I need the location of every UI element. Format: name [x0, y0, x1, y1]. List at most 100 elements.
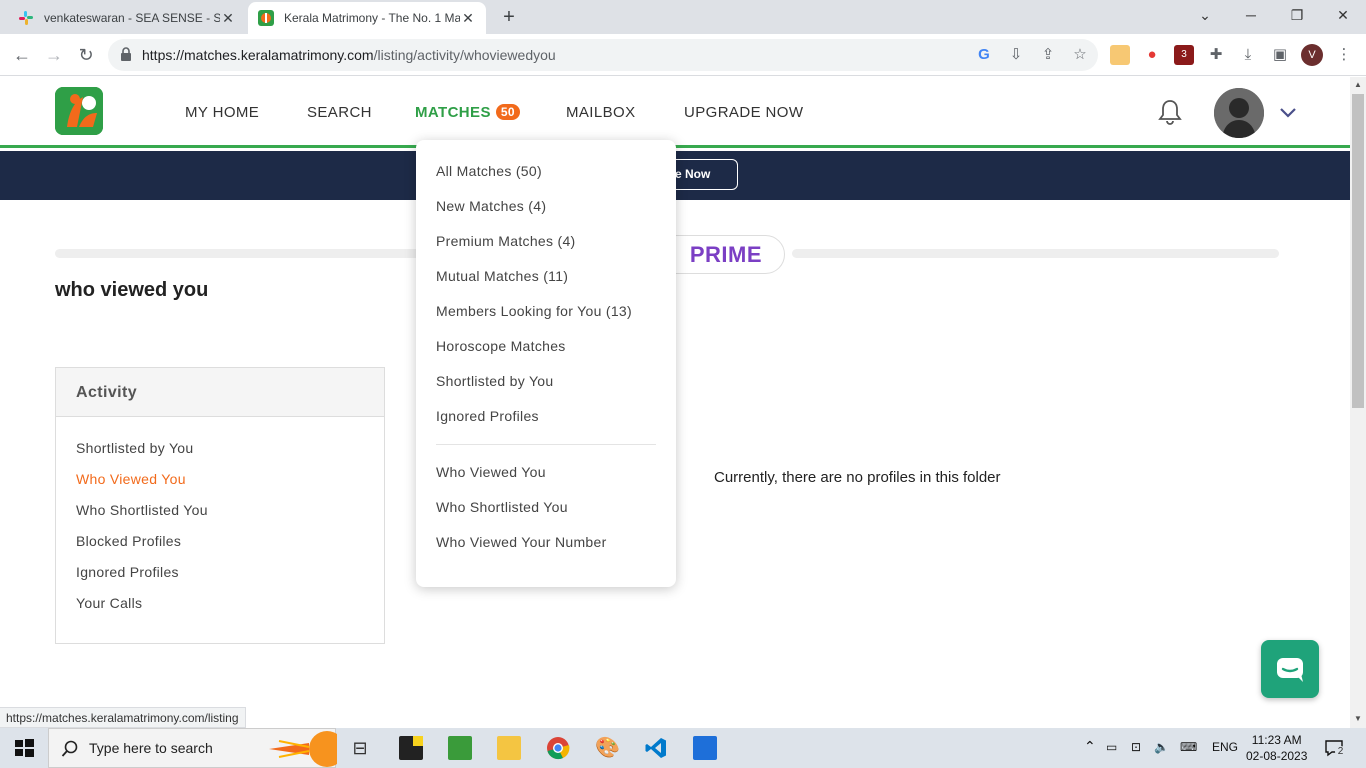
chrome-app-icon[interactable]	[546, 736, 570, 760]
battery-icon[interactable]: ▭	[1106, 740, 1117, 754]
activity-item-ignored-profiles[interactable]: Ignored Profiles	[76, 564, 179, 580]
photos-app-icon[interactable]	[693, 736, 717, 760]
chat-button[interactable]	[1261, 640, 1319, 698]
page-viewport: MY HOME SEARCH MATCHES 50 MAILBOX UPGRADE…	[0, 77, 1350, 728]
user-silhouette-icon	[1214, 88, 1264, 138]
taskbar-clock[interactable]: 11:23 AM 02-08-2023	[1246, 732, 1307, 764]
activity-heading: Activity	[56, 368, 384, 417]
menu-item-premium-matches[interactable]: Premium Matches (4)	[436, 233, 576, 249]
tab-search-chevron-icon[interactable]: ⌄	[1182, 0, 1228, 30]
browser-profile-avatar[interactable]: V	[1301, 44, 1323, 66]
url-path: /listing/activity/whoviewedyou	[373, 47, 556, 63]
vscode-icon	[645, 738, 666, 758]
nav-matches[interactable]: MATCHES 50	[415, 104, 521, 121]
tray-chevron-up-icon[interactable]: ⌃	[1084, 738, 1096, 755]
google-translate-icon[interactable]: G	[974, 45, 994, 65]
back-arrow-icon[interactable]: ←	[10, 43, 34, 67]
nav-matches-label: MATCHES	[415, 104, 491, 121]
extension-icon[interactable]	[1110, 45, 1130, 65]
activity-item-blocked-profiles[interactable]: Blocked Profiles	[76, 533, 181, 549]
nav-my-home[interactable]: MY HOME	[185, 104, 259, 121]
close-icon[interactable]: ✕	[460, 10, 476, 27]
taskbar-search-placeholder: Type here to search	[89, 740, 213, 756]
task-view-icon[interactable]: ⊟	[348, 736, 372, 760]
share-icon[interactable]: ⇪	[1038, 45, 1058, 65]
menu-item-members-looking-for-you[interactable]: Members Looking for You (13)	[436, 303, 632, 319]
minimize-button[interactable]: ─	[1228, 0, 1274, 30]
browser-tab-kerala-matrimony[interactable]: Kerala Matrimony - The No. 1 Ma ✕	[248, 2, 486, 34]
paint-app-icon[interactable]: 🎨	[595, 736, 620, 760]
puzzle-extensions-icon[interactable]: ✚	[1206, 45, 1226, 65]
bookmark-star-icon[interactable]: ☆	[1070, 45, 1090, 65]
new-tab-button[interactable]: +	[498, 6, 520, 28]
search-icon	[61, 740, 78, 757]
activity-item-who-viewed-you[interactable]: Who Viewed You	[76, 471, 186, 487]
reload-icon[interactable]: ↻	[74, 43, 98, 67]
tab-title: Kerala Matrimony - The No. 1 Ma	[284, 11, 460, 25]
search-highlight-sun-icon	[269, 731, 337, 767]
forward-arrow-icon[interactable]: →	[42, 43, 66, 67]
network-icon[interactable]: ⊡	[1131, 740, 1141, 754]
matches-dropdown-menu: All Matches (50) New Matches (4) Premium…	[416, 140, 676, 587]
status-bar-url: https://matches.keralamatrimony.com/list…	[0, 707, 246, 728]
extension-badge: 3	[1181, 49, 1187, 60]
address-bar[interactable]: https://matches.keralamatrimony.com/list…	[108, 39, 1098, 71]
nav-upgrade-now[interactable]: UPGRADE NOW	[684, 104, 803, 121]
menu-item-new-matches[interactable]: New Matches (4)	[436, 198, 546, 214]
downloads-icon[interactable]: ⤓	[1238, 45, 1258, 65]
profile-dropdown-chevron-icon[interactable]	[1278, 104, 1298, 120]
sticky-notes-app-icon[interactable]	[399, 736, 423, 760]
menu-item-all-matches[interactable]: All Matches (50)	[436, 163, 542, 179]
browser-tab-slack[interactable]: venkateswaran - SEA SENSE - Sla ✕	[8, 2, 246, 34]
scroll-up-arrow-icon[interactable]: ▲	[1354, 80, 1362, 89]
scroll-down-arrow-icon[interactable]: ▼	[1354, 714, 1362, 723]
menu-item-horoscope-matches[interactable]: Horoscope Matches	[436, 338, 566, 354]
nav-search[interactable]: SEARCH	[307, 104, 372, 121]
chrome-icon	[547, 737, 570, 760]
menu-item-shortlisted-by-you[interactable]: Shortlisted by You	[436, 373, 553, 389]
taskbar-search-box[interactable]: Type here to search	[48, 728, 337, 768]
menu-item-who-viewed-your-number[interactable]: Who Viewed Your Number	[436, 534, 607, 550]
notification-bell-icon[interactable]	[1155, 97, 1185, 127]
profile-avatar[interactable]	[1214, 88, 1264, 138]
scrollbar-thumb[interactable]	[1352, 94, 1364, 408]
activity-panel: Activity Shortlisted by You Who Viewed Y…	[55, 367, 385, 644]
page-scrollbar[interactable]: ▲ ▼	[1350, 77, 1366, 728]
activity-item-who-shortlisted-you[interactable]: Who Shortlisted You	[76, 502, 208, 518]
windows-taskbar: Type here to search ⊟ 🎨 ⌃ ▭ ⊡ 🔈 ⌨ ENG 11…	[0, 728, 1366, 768]
vscode-app-icon[interactable]	[644, 736, 668, 760]
tab-title: venkateswaran - SEA SENSE - Sla	[44, 11, 220, 25]
chart-app-icon[interactable]	[448, 736, 472, 760]
kerala-matrimony-logo[interactable]	[55, 87, 103, 135]
ublock-extension-icon[interactable]: 3	[1174, 45, 1194, 65]
slack-icon	[19, 11, 33, 25]
activity-item-shortlisted-by-you[interactable]: Shortlisted by You	[76, 440, 193, 456]
close-icon[interactable]: ✕	[220, 10, 236, 27]
activity-item-your-calls[interactable]: Your Calls	[76, 595, 142, 611]
site-header: MY HOME SEARCH MATCHES 50 MAILBOX UPGRADE…	[0, 77, 1350, 148]
side-panel-icon[interactable]: ▣	[1270, 45, 1290, 65]
menu-item-who-shortlisted-you[interactable]: Who Shortlisted You	[436, 499, 568, 515]
color-picker-extension-icon[interactable]: ●	[1142, 45, 1162, 65]
prime-divider-right	[792, 249, 1279, 258]
clock-date: 02-08-2023	[1246, 749, 1308, 763]
language-indicator[interactable]: ENG	[1212, 740, 1238, 754]
notification-center-icon[interactable]: 2	[1324, 738, 1346, 758]
matches-count-badge: 50	[495, 104, 521, 120]
logo-mark-icon	[55, 87, 103, 135]
url-host: https://matches.keralamatrimony.com	[142, 47, 374, 63]
menu-item-ignored-profiles[interactable]: Ignored Profiles	[436, 408, 539, 424]
file-explorer-icon[interactable]	[497, 736, 521, 760]
url-text: https://matches.keralamatrimony.com/list…	[142, 47, 556, 63]
close-window-button[interactable]: ✕	[1320, 0, 1366, 30]
menu-item-mutual-matches[interactable]: Mutual Matches (11)	[436, 268, 568, 284]
nav-mailbox[interactable]: MAILBOX	[566, 104, 636, 121]
volume-icon[interactable]: 🔈	[1154, 740, 1169, 754]
restore-button[interactable]: ❐	[1274, 0, 1320, 30]
keyboard-icon[interactable]: ⌨	[1180, 740, 1197, 754]
install-app-icon[interactable]: ⇩	[1006, 45, 1026, 65]
windows-start-icon[interactable]	[12, 736, 36, 760]
more-menu-icon[interactable]: ⋮	[1334, 45, 1354, 65]
menu-item-who-viewed-you[interactable]: Who Viewed You	[436, 464, 546, 480]
empty-folder-message: Currently, there are no profiles in this…	[714, 469, 1001, 486]
